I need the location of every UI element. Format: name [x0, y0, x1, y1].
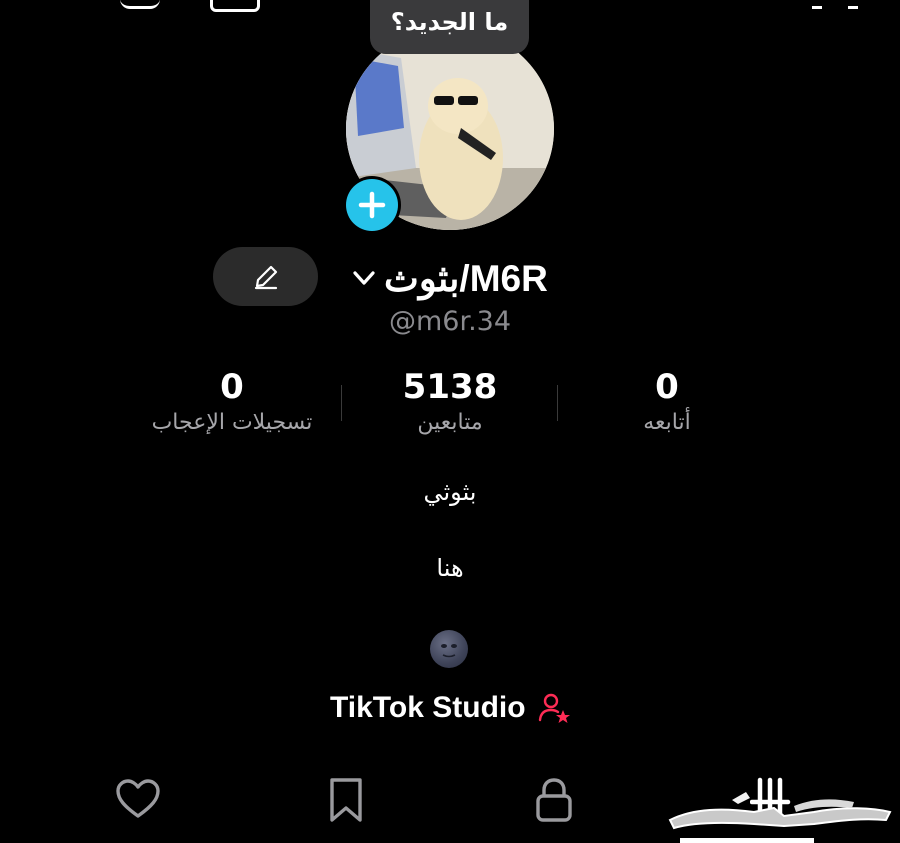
- header-icon-fragment[interactable]: [848, 0, 858, 9]
- likes-stat[interactable]: 0 تسجيلات الإعجاب: [122, 366, 342, 438]
- plus-icon: [358, 191, 386, 219]
- chevron-down-icon: [353, 271, 375, 285]
- header-icon-fragment[interactable]: [812, 0, 822, 9]
- likes-count: 0: [220, 367, 244, 407]
- creator-star-icon: [538, 693, 570, 723]
- bio-line-1: بثوثي: [423, 478, 477, 506]
- username-handle: @m6r.34: [388, 306, 512, 337]
- tiktok-studio-link[interactable]: TikTok Studio: [330, 688, 572, 728]
- followers-stat[interactable]: 5138 متابعين: [340, 366, 560, 438]
- header-icon-fragment[interactable]: [210, 0, 260, 12]
- display-name: بثوث/M6R: [384, 257, 548, 299]
- following-label: أتابعه: [643, 410, 691, 435]
- moon-face-emoji: [430, 630, 468, 668]
- followers-count: 5138: [402, 367, 498, 407]
- add-story-button[interactable]: [343, 176, 401, 234]
- edit-profile-button[interactable]: [213, 247, 318, 306]
- account-switcher[interactable]: بثوث/M6R: [350, 252, 548, 304]
- studio-label: TikTok Studio: [330, 691, 526, 724]
- active-tab-indicator: [680, 838, 814, 843]
- heart-icon: [116, 779, 160, 818]
- likes-label: تسجيلات الإعجاب: [151, 410, 313, 435]
- bio-line-2: هنا: [436, 554, 464, 582]
- following-count: 0: [655, 367, 679, 407]
- watermark-logo: [664, 778, 894, 838]
- tab-saved[interactable]: [322, 776, 370, 824]
- lock-icon: [536, 778, 572, 822]
- bookmark-icon: [330, 778, 362, 822]
- followers-label: متابعين: [417, 410, 483, 435]
- tab-liked[interactable]: [114, 776, 162, 824]
- pencil-icon: [254, 265, 277, 289]
- following-stat[interactable]: 0 أتابعه: [557, 366, 777, 438]
- header-icon-fragment[interactable]: [120, 0, 160, 9]
- whats-new-tooltip[interactable]: ما الجديد؟: [370, 0, 529, 54]
- tab-private[interactable]: [530, 776, 578, 824]
- tooltip-text: ما الجديد؟: [390, 8, 509, 36]
